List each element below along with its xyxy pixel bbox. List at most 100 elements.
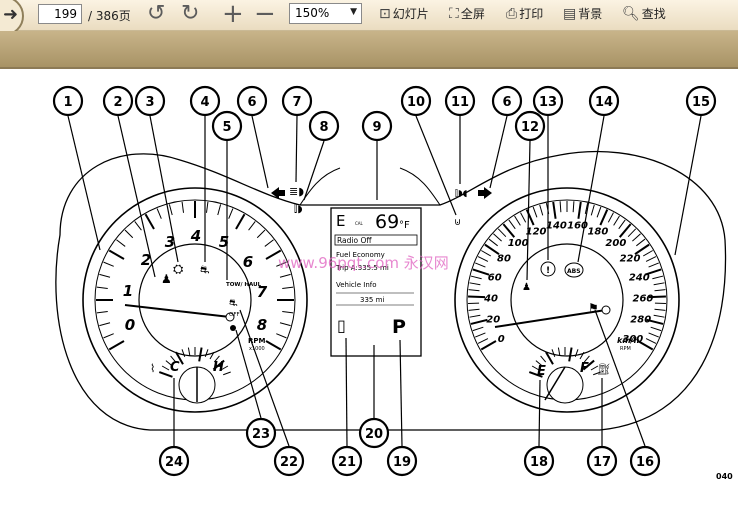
seatbelt-icon: ♟ xyxy=(161,272,172,286)
callout-number: 18 xyxy=(530,455,548,470)
slideshow-button[interactable]: ⊡幻灯片 xyxy=(379,5,429,22)
callout-8: 8 xyxy=(310,112,338,140)
zoom-out-icon[interactable]: − xyxy=(254,1,276,27)
tach-label-1: 1 xyxy=(123,282,133,300)
print-label: 打印 xyxy=(519,7,543,21)
instrument-cluster-diagram: 0 1 2 3 4 5 6 7 8 ♟ ⛭ ⛐ TOW/ HAUL ⛐ OFF … xyxy=(0,69,738,517)
printer-icon: ⎙ xyxy=(506,6,517,22)
callout-22: 22 xyxy=(275,447,303,475)
undo-icon[interactable]: ↺ xyxy=(147,1,165,27)
search-icon: 🔍︎ xyxy=(622,6,640,22)
figure-code: 040 xyxy=(716,472,733,481)
callout-16: 16 xyxy=(631,447,659,475)
left-turn-signal-icon xyxy=(271,187,285,199)
display-range: 335 mi xyxy=(360,296,384,304)
callout-number: 14 xyxy=(595,95,613,110)
callout-number: 13 xyxy=(539,95,557,110)
speed-label: 100 xyxy=(508,238,529,249)
callout-2: 2 xyxy=(104,87,132,115)
fullscreen-icon: ⛶ xyxy=(449,6,459,22)
pdf-toolbar: ➜ / 386页 ↺ ↻ + − 150%▼ ⊡幻灯片 ⛶全屏 ⎙打印 ▤背景 … xyxy=(0,0,738,31)
brake-warning-mark: ! xyxy=(546,266,550,276)
right-turn-signal-icon xyxy=(478,187,492,199)
speed-tick xyxy=(468,297,485,298)
background-icon: ▤ xyxy=(563,6,576,22)
zoom-in-icon[interactable]: + xyxy=(222,1,244,27)
callout-number: 1 xyxy=(63,95,72,110)
temp-cold-label: C xyxy=(170,360,180,375)
callout-15: 15 xyxy=(687,87,715,115)
fullscreen-label: 全屏 xyxy=(461,7,485,21)
speed-label: 240 xyxy=(629,273,650,284)
callout-number: 22 xyxy=(280,455,298,470)
chevron-down-icon: ▼ xyxy=(350,7,357,17)
find-button[interactable]: 🔍︎查找 xyxy=(622,5,666,22)
traction-off-icon: ⛐ xyxy=(229,298,238,309)
check-engine-icon: ⛭ xyxy=(173,262,184,277)
display-vehicle-info: Vehicle Info xyxy=(336,281,377,289)
speed-label: 40 xyxy=(483,293,498,304)
callout-number: 11 xyxy=(451,95,469,110)
background-button[interactable]: ▤背景 xyxy=(563,5,602,22)
callout-number: 6 xyxy=(247,95,256,110)
callout-12: 12 xyxy=(516,112,544,140)
off-label: OFF xyxy=(229,312,240,318)
indicator-dot xyxy=(230,325,236,331)
callout-number: 7 xyxy=(292,95,301,110)
speed-label: 80 xyxy=(497,254,511,265)
tach-label-8: 8 xyxy=(257,316,267,334)
callout-number: 3 xyxy=(145,95,154,110)
fullscreen-button[interactable]: ⛶全屏 xyxy=(449,5,485,22)
callout-21: 21 xyxy=(333,447,361,475)
speed-label: 200 xyxy=(605,238,626,249)
print-button[interactable]: ⎙打印 xyxy=(506,5,543,22)
redo-icon[interactable]: ↻ xyxy=(181,1,199,27)
speed-label: 140 xyxy=(546,221,567,232)
callout-23: 23 xyxy=(247,419,275,447)
callout-17: 17 xyxy=(588,447,616,475)
display-gear: P xyxy=(392,316,406,338)
speed-label: 280 xyxy=(630,314,651,325)
fuel-pump-icon: ⛽︎ xyxy=(597,363,611,376)
callout-number: 16 xyxy=(636,455,654,470)
tachometer: 0 1 2 3 4 5 6 7 8 ♟ ⛭ ⛐ TOW/ HAUL ⛐ OFF … xyxy=(83,188,307,412)
center-hood xyxy=(300,168,440,205)
zoom-value: 150% xyxy=(295,6,329,20)
speedo-rpm-label: RPM xyxy=(620,346,631,352)
tach-label-4: 4 xyxy=(190,227,201,245)
speed-label: 180 xyxy=(587,227,608,238)
callout-1: 1 xyxy=(54,87,82,115)
callout-number: 20 xyxy=(365,427,383,442)
airbag-icon: ♟ xyxy=(522,282,531,293)
callout-20: 20 xyxy=(360,419,388,447)
callout-number: 8 xyxy=(319,120,328,135)
callout-18: 18 xyxy=(525,447,553,475)
callout-number: 4 xyxy=(200,95,209,110)
rpm-unit: x1000 xyxy=(249,346,265,352)
fuel-door-icon: ▯ xyxy=(337,316,346,335)
display-temperature: 69 xyxy=(375,211,399,233)
callout-11: 11 xyxy=(446,87,474,115)
display-cal: CAL xyxy=(355,221,364,226)
tire-pressure-icon: ⊍ xyxy=(454,217,461,228)
coolant-temp-icon: ⌇ xyxy=(150,362,155,375)
callout-number: 2 xyxy=(113,95,122,110)
zoom-select[interactable]: 150% ▼ xyxy=(289,3,362,24)
speed-label: 0 xyxy=(498,334,505,345)
speed-label: 120 xyxy=(526,227,547,238)
stability-control-icon: ⛐ xyxy=(200,263,210,276)
callout-3: 3 xyxy=(136,87,164,115)
abs-label: ABS xyxy=(567,268,581,275)
callout-number: 19 xyxy=(393,455,411,470)
callout-10: 10 xyxy=(402,87,430,115)
callout-number: 6 xyxy=(502,95,511,110)
tach-label-5: 5 xyxy=(219,233,229,251)
back-arrow-icon: ➜ xyxy=(3,4,18,25)
speed-label: 60 xyxy=(488,273,502,284)
toolbar-band xyxy=(0,31,738,67)
page-number-input[interactable] xyxy=(38,4,82,24)
callout-number: 9 xyxy=(372,120,381,135)
speedometer: 0204060801001201401601802002202402602803… xyxy=(455,188,679,412)
tow-haul-label: TOW/ HAUL xyxy=(226,282,262,288)
callout-24: 24 xyxy=(160,447,188,475)
